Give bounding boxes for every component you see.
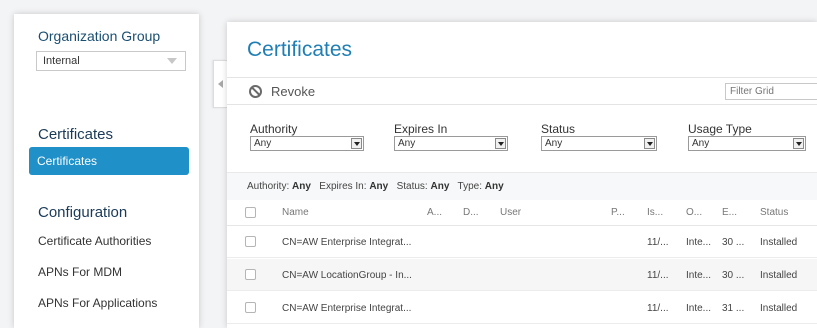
- revoke-label: Revoke: [271, 84, 316, 99]
- column-header-status[interactable]: Status: [760, 207, 788, 218]
- filter-summary: Authority: Any Expires In: Any Status: A…: [227, 172, 817, 200]
- summary-type-label: Type:: [457, 181, 483, 192]
- filter-expires-value: Any: [398, 138, 416, 149]
- cell-name: CN=AW LocationGroup - In...: [282, 270, 412, 281]
- collapse-sidebar-button[interactable]: [213, 60, 227, 108]
- summary-status-label: Status:: [396, 181, 428, 192]
- cell-expires: 30 ...: [722, 270, 745, 281]
- cell-status: Installed: [760, 237, 798, 248]
- filter-status-select[interactable]: Any: [541, 136, 657, 151]
- filter-expires-select[interactable]: Any: [394, 136, 508, 151]
- cell-expires: 31 ...: [722, 303, 745, 314]
- filter-expires-label: Expires In: [394, 122, 448, 136]
- filter-usage-type-value: Any: [692, 138, 710, 149]
- org-group-select[interactable]: Internal: [36, 51, 186, 71]
- cell-org: Inte...: [686, 270, 712, 281]
- filter-authority-value: Any: [254, 138, 272, 149]
- table-row[interactable]: CN=AW Enterprise Integrat... 11/... Inte…: [227, 226, 817, 258]
- main-panel: Certificates Revoke Authority Any Expire…: [227, 22, 817, 328]
- summary-authority-label: Authority:: [247, 181, 290, 192]
- cell-org: Inte...: [686, 303, 712, 314]
- column-header-expires[interactable]: E...: [722, 207, 737, 218]
- filter-authority-label: Authority: [250, 122, 298, 136]
- table-row[interactable]: CN=AW LocationGroup - In... 11/... Inte.…: [227, 259, 817, 291]
- filter-status-label: Status: [541, 122, 576, 136]
- sidebar-item-certificate-authorities[interactable]: Certificate Authorities: [30, 227, 190, 255]
- cell-issued: 11/...: [647, 237, 669, 248]
- select-all-checkbox[interactable]: [245, 207, 256, 218]
- cell-name: CN=AW Enterprise Integrat...: [282, 237, 412, 248]
- row-checkbox[interactable]: [245, 302, 256, 313]
- cell-status: Installed: [760, 270, 798, 281]
- sidebar-item-apns-for-mdm[interactable]: APNs For MDM: [30, 258, 190, 286]
- table-row[interactable]: CN=AW Enterprise Integrat... 11/... Inte…: [227, 292, 817, 324]
- chevron-down-icon: [644, 138, 655, 149]
- section-certificates: Certificates: [38, 126, 114, 143]
- column-header-org[interactable]: O...: [686, 207, 702, 218]
- chevron-down-icon: [167, 58, 177, 64]
- section-configuration: Configuration: [38, 204, 128, 221]
- cell-issued: 11/...: [647, 270, 669, 281]
- column-header-issued[interactable]: Is...: [647, 207, 663, 218]
- summary-expires-value: Any: [369, 181, 389, 192]
- org-group-value: Internal: [43, 55, 80, 67]
- cell-expires: 30 ...: [722, 237, 745, 248]
- sidebar: Organization Group Internal Certificates…: [14, 14, 199, 328]
- cell-status: Installed: [760, 303, 798, 314]
- column-header-authority[interactable]: A...: [427, 207, 442, 218]
- sidebar-item-apns-for-applications[interactable]: APNs For Applications: [30, 289, 190, 317]
- filter-authority-select[interactable]: Any: [250, 136, 364, 151]
- cell-name: CN=AW Enterprise Integrat...: [282, 303, 412, 314]
- grid-header: Name A... D... User P... Is... O... E...…: [227, 200, 817, 226]
- filter-status-value: Any: [545, 138, 563, 149]
- chevron-down-icon: [351, 138, 362, 149]
- row-checkbox[interactable]: [245, 236, 256, 247]
- toolbar: Revoke: [227, 77, 817, 105]
- row-checkbox[interactable]: [245, 269, 256, 280]
- filter-grid-input[interactable]: [725, 83, 817, 100]
- cell-issued: 11/...: [647, 303, 669, 314]
- summary-status-value: Any: [430, 181, 450, 192]
- app-frame: Organization Group Internal Certificates…: [0, 0, 817, 328]
- cell-org: Inte...: [686, 237, 712, 248]
- summary-authority-value: Any: [292, 181, 311, 192]
- column-header-name[interactable]: Name: [282, 207, 309, 218]
- filter-usage-type-label: Usage Type: [688, 122, 752, 136]
- summary-expires-label: Expires In:: [319, 181, 367, 192]
- summary-type-value: Any: [484, 181, 504, 192]
- filter-usage-type-select[interactable]: Any: [688, 136, 806, 151]
- column-header-user[interactable]: User: [500, 207, 521, 218]
- chevron-down-icon: [495, 138, 506, 149]
- page-title: Certificates: [247, 38, 353, 61]
- chevron-left-icon: [218, 80, 223, 88]
- sidebar-item-certificates[interactable]: Certificates: [29, 147, 189, 175]
- column-header-d[interactable]: D...: [463, 207, 479, 218]
- chevron-down-icon: [793, 138, 804, 149]
- revoke-icon: [249, 85, 262, 98]
- org-group-title: Organization Group: [38, 28, 161, 44]
- column-header-p[interactable]: P...: [611, 207, 625, 218]
